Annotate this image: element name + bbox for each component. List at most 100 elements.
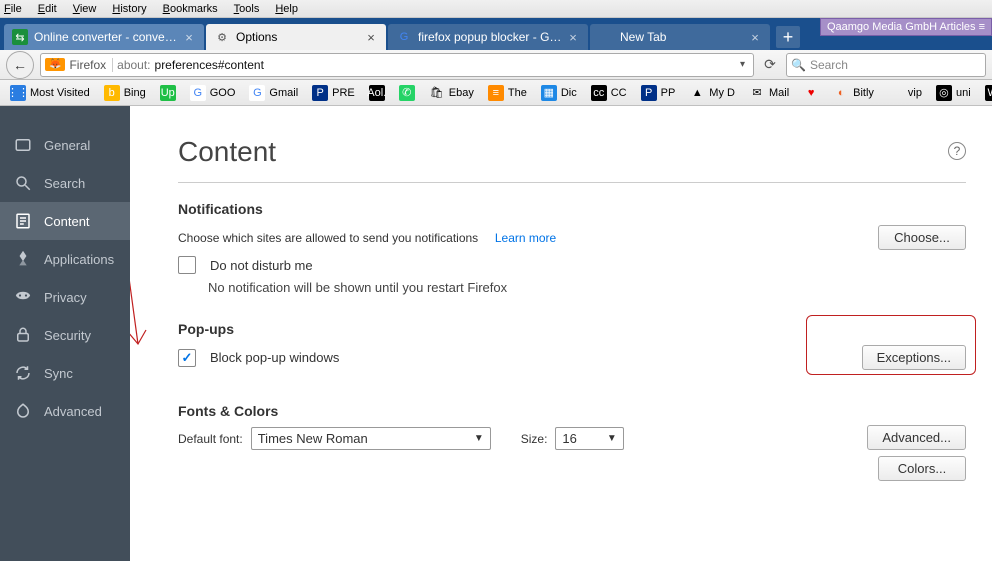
bookmark-item[interactable]: GGmail (243, 83, 304, 103)
bookmark-favicon: 🛍 (429, 85, 445, 101)
bookmark-item[interactable]: ✉Mail (743, 83, 795, 103)
font-size-select[interactable]: 16 ▼ (555, 427, 623, 450)
menu-edit[interactable]: Edit (38, 3, 57, 15)
bookmark-favicon: ♥ (803, 85, 819, 101)
close-icon[interactable]: × (748, 30, 762, 44)
bookmark-item[interactable]: bBing (98, 83, 152, 103)
bookmark-item[interactable]: ▲ My D (683, 83, 741, 103)
sidebar-item-sync[interactable]: Sync (0, 354, 130, 392)
page-title: Content (178, 136, 966, 168)
search-box[interactable]: 🔍 Search (786, 53, 986, 77)
bookmarks-toolbar: ⋮⋮Most VisitedbBing Up GGOOGGmailPPRE Aol. ✆… (0, 80, 992, 106)
tab-title: Options (236, 30, 360, 44)
sidebar-item-general[interactable]: General (0, 126, 130, 164)
sidebar-item-label: Applications (44, 252, 114, 267)
close-icon[interactable]: × (182, 30, 196, 44)
sidebar-item-search[interactable]: Search (0, 164, 130, 202)
close-icon[interactable]: × (566, 30, 580, 44)
sidebar-item-security[interactable]: Security (0, 316, 130, 354)
divider (178, 182, 966, 183)
reload-button[interactable]: ⟳ (760, 56, 780, 73)
url-dropdown-icon[interactable]: ▾ (740, 59, 745, 70)
bookmark-item[interactable]: 🛍Ebay (423, 83, 480, 103)
learn-more-link[interactable]: Learn more (495, 231, 556, 245)
bookmark-favicon: cc (591, 85, 607, 101)
do-not-disturb-checkbox[interactable] (178, 256, 196, 274)
default-font-label: Default font: (178, 432, 243, 446)
back-button[interactable]: ← (6, 51, 34, 79)
tab[interactable]: ⇆Online converter - convert ...× (4, 24, 204, 50)
default-font-select[interactable]: Times New Roman ▼ (251, 427, 491, 450)
tab[interactable]: New Tab × (590, 24, 770, 50)
sidebar-item-content[interactable]: Content (0, 202, 130, 240)
url-prefix: about: (117, 58, 150, 72)
menu-file[interactable]: File (4, 3, 22, 15)
sidebar-item-label: Privacy (44, 290, 87, 305)
bookmark-item[interactable]: ◐Bitly (827, 83, 880, 103)
new-tab-button[interactable]: + (776, 26, 800, 48)
close-icon[interactable]: × (364, 30, 378, 44)
bookmark-item[interactable]: ◎uni (930, 83, 977, 103)
apps-icon (14, 250, 32, 268)
url-value: preferences#content (155, 58, 732, 72)
bookmark-label: My D (709, 87, 735, 99)
fonts-section: Fonts & Colors Default font: Times New R… (178, 403, 966, 473)
menu-history[interactable]: History (112, 3, 146, 15)
popups-section: Pop-ups Block pop-up windows Exceptions.… (178, 321, 966, 377)
bookmark-label: uni (956, 87, 971, 99)
bookmark-item[interactable]: ♥ (797, 83, 825, 103)
extension-overlay-badge[interactable]: Qaamgo Media GmbH Articles ≡ (820, 18, 992, 36)
bookmark-favicon: ▲ (689, 85, 705, 101)
do-not-disturb-hint: No notification will be shown until you … (208, 280, 966, 295)
bookmark-item[interactable]: ⋮⋮Most Visited (4, 83, 96, 103)
menu-bookmarks[interactable]: Bookmarks (163, 3, 218, 15)
search-icon: 🔍 (791, 58, 806, 72)
tab[interactable]: ⚙Options× (206, 24, 386, 50)
url-bar[interactable]: 🦊 Firefox about:preferences#content ▾ (40, 53, 754, 77)
sidebar-item-advanced[interactable]: Advanced (0, 392, 130, 430)
bookmark-label: PP (661, 87, 676, 99)
menu-view[interactable]: View (73, 3, 97, 15)
bookmark-label: vip (908, 87, 922, 99)
bookmark-item[interactable]: PPRE (306, 83, 361, 103)
bookmark-label: Bing (124, 87, 146, 99)
bookmark-favicon: W (985, 85, 992, 101)
bookmark-favicon: ✆ (399, 85, 415, 101)
bookmark-item[interactable]: ccCC (585, 83, 633, 103)
block-popups-checkbox[interactable] (178, 349, 196, 367)
do-not-disturb-label: Do not disturb me (210, 258, 313, 273)
bookmark-item[interactable]: ✆ (393, 83, 421, 103)
fonts-advanced-button[interactable]: Advanced... (867, 425, 966, 450)
popups-heading: Pop-ups (178, 321, 966, 337)
bookmark-item[interactable]: Aol. (363, 83, 391, 103)
colors-button[interactable]: Colors... (878, 456, 966, 481)
arrow-left-icon: ← (13, 57, 27, 73)
bookmark-item[interactable]: ▦Dic (535, 83, 583, 103)
bookmark-label: Gmail (269, 87, 298, 99)
bookmark-item[interactable]: vip (882, 83, 928, 103)
bookmark-item[interactable]: ≡The (482, 83, 533, 103)
block-popups-label: Block pop-up windows (210, 350, 339, 365)
exceptions-button[interactable]: Exceptions... (862, 345, 966, 370)
tab[interactable]: Gfirefox popup blocker - Goo...× (388, 24, 588, 50)
sidebar-item-applications[interactable]: Applications (0, 240, 130, 278)
notifications-desc: Choose which sites are allowed to send y… (178, 231, 478, 245)
bookmark-item[interactable]: PPP (635, 83, 682, 103)
search-placeholder: Search (810, 58, 848, 72)
bookmark-item[interactable]: Up (154, 83, 182, 103)
menu-help[interactable]: Help (275, 3, 298, 15)
choose-button[interactable]: Choose... (878, 225, 966, 250)
menu-tools[interactable]: Tools (234, 3, 260, 15)
tab-title: New Tab (620, 30, 744, 44)
bookmark-favicon: Aol. (369, 85, 385, 101)
general-icon (14, 136, 32, 154)
bookmark-item[interactable]: GGOO (184, 83, 242, 103)
chevron-down-icon: ▼ (607, 433, 617, 444)
bookmark-label: Most Visited (30, 87, 90, 99)
sidebar-item-privacy[interactable]: Privacy (0, 278, 130, 316)
sidebar-item-label: Security (44, 328, 91, 343)
help-icon[interactable]: ? (948, 142, 966, 160)
bookmark-favicon: Up (160, 85, 176, 101)
bookmark-favicon: ▦ (541, 85, 557, 101)
bookmark-item[interactable]: WWC (979, 83, 992, 103)
